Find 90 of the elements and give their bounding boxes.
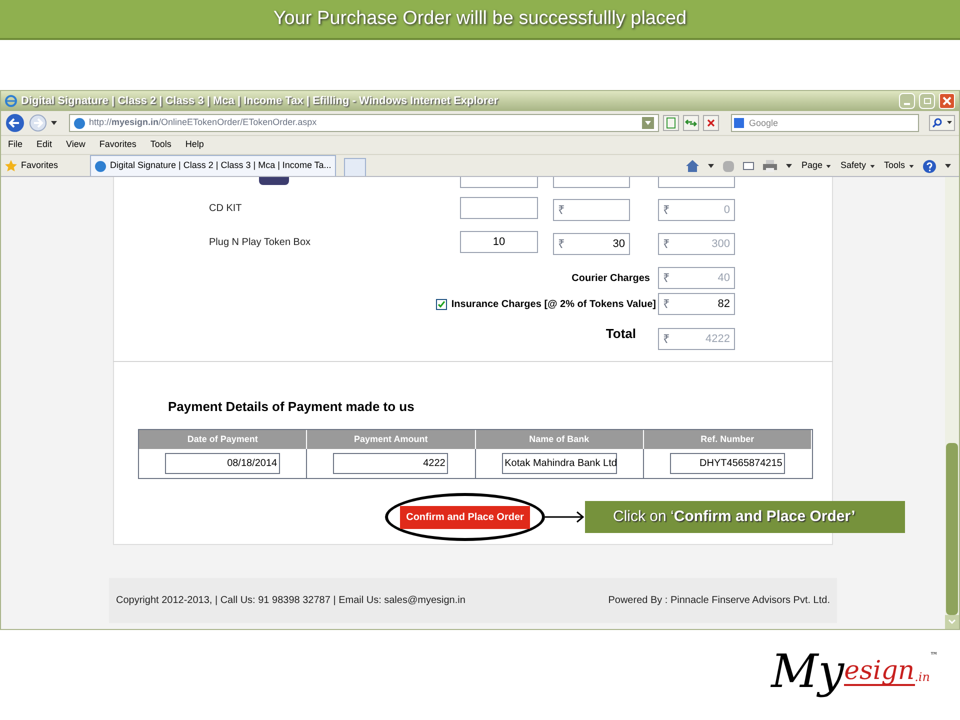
payment-field[interactable]: DHYT4565874215 [670,453,786,474]
caret-icon [870,164,875,168]
refresh-icon[interactable] [683,115,699,131]
new-tab-button[interactable] [344,158,366,176]
price-field[interactable] [553,177,630,188]
address-field[interactable]: http://myesign.in/OnlineETokenOrder/ETokenOrder.aspx [69,114,659,132]
amount-field[interactable]: ₹ 0 [658,199,735,221]
total-field[interactable]: ₹ 4222 [658,328,735,350]
field-value: 82 [718,296,730,312]
product-label: CD KIT [209,202,242,216]
command-menu[interactable]: Safety [840,159,875,173]
menu-item[interactable]: Edit [36,138,52,152]
star-icon [5,160,17,172]
rupee-sign: ₹ [558,202,565,219]
url-text: http://myesign.in/OnlineETokenOrder/ETokenOrder.aspx [89,116,318,130]
caret-icon [909,164,914,168]
quantity-field[interactable] [460,177,538,188]
close-icon[interactable] [939,93,955,109]
field-value: 40 [718,270,730,286]
minimize-icon[interactable] [899,93,915,109]
rupee-sign: ₹ [663,236,670,253]
menu-item[interactable]: Help [185,138,204,152]
caret-icon [826,164,832,168]
scroll-thumb[interactable] [946,443,958,615]
restore-icon[interactable] [919,93,935,109]
printer-icon[interactable] [763,160,778,172]
menu-item[interactable]: File [8,138,23,152]
column-header: Name of Bank [476,430,644,449]
payment-field[interactable]: 4222 [333,453,448,474]
footer-copyright: Copyright 2012-2013, | Call Us: 91 98398 32787 | Email Us: sales@myesign.in [116,594,466,608]
search-icon[interactable] [929,115,955,131]
field-value: 4222 [706,332,730,347]
price-field[interactable]: ₹ 30 [553,233,630,255]
command-menu[interactable]: Tools [884,159,914,173]
rupee-sign: ₹ [663,202,670,219]
amount-field[interactable]: ₹ 300 [658,233,735,255]
column-header: Ref. Number [644,430,812,449]
confirm-order-button[interactable]: Confirm and Place Order [400,506,530,528]
logo-domain: .in [914,669,930,686]
field-value: 30 [612,236,625,252]
callout-box: Click on ‘Confirm and Place Order’ [585,501,905,533]
courier-label: Courier Charges [572,272,650,286]
rupee-sign: ₹ [663,270,670,287]
mail-icon[interactable] [743,162,754,170]
rupee-sign: ₹ [558,236,565,253]
price-field[interactable]: ₹ [553,199,630,221]
field-value: 300 [712,236,730,252]
field-value: 10 [492,234,506,250]
total-label: Total [606,325,636,343]
column-header: Payment Amount [307,430,476,449]
insurance-field[interactable]: ₹ 82 [658,293,735,315]
usb-token-photo [259,177,289,185]
quantity-field[interactable] [460,197,538,219]
field-value: 0 [724,202,730,218]
page-icon [95,160,106,172]
insurance-checkbox[interactable] [436,298,448,310]
browser-tab[interactable]: Digital Signature | Class 2 | Class 3 | Mca | Income Ta... [90,155,336,176]
dropdown-icon[interactable] [642,117,654,129]
amount-field[interactable] [658,177,735,188]
rupee-sign: ₹ [663,296,670,313]
payment-heading: Payment Details of Payment made to us [168,399,414,414]
home-icon[interactable] [686,160,700,172]
logo-esign: esign [844,658,915,686]
caret-icon [708,164,714,168]
footer-powered-by: Powered By : Pinnacle Finserve Advisors Pvt. Ltd. [608,594,830,608]
courier-field[interactable]: ₹ 40 [658,267,735,289]
rupee-sign: ₹ [663,331,670,348]
menu-item[interactable]: View [66,138,86,152]
window-title: Digital Signature | Class 2 | Class 3 | Mca | Income Tax | Efilling - Windows Internet Explorer [21,94,500,109]
menu-item[interactable]: Favorites [99,138,136,152]
insurance-label: Insurance Charges [@ 2% of Tokens Value] [451,298,656,312]
menu-item[interactable]: Tools [150,138,172,152]
page-icon [74,118,85,128]
logo-trademark: ™ [930,650,938,662]
scroll-down-icon[interactable] [945,615,959,629]
quantity-field[interactable]: 10 [460,231,538,253]
caret-icon [945,164,951,168]
payment-field[interactable]: 08/18/2014 [165,453,280,474]
caret-icon [786,164,792,168]
slide-banner: Your Purchase Order willl be successfullly placed [0,0,960,40]
favorites-button[interactable]: Favorites [5,156,58,176]
browser-icon [5,95,17,107]
feeds-icon[interactable] [723,160,734,172]
product-label: Plug N Play Token Box [209,236,311,250]
caret-icon [51,121,57,125]
compatibility-icon[interactable] [663,115,679,131]
stop-icon[interactable] [703,115,719,131]
column-header: Date of Payment [139,430,308,449]
help-icon[interactable] [923,160,936,172]
command-menu[interactable]: Page [801,159,832,173]
